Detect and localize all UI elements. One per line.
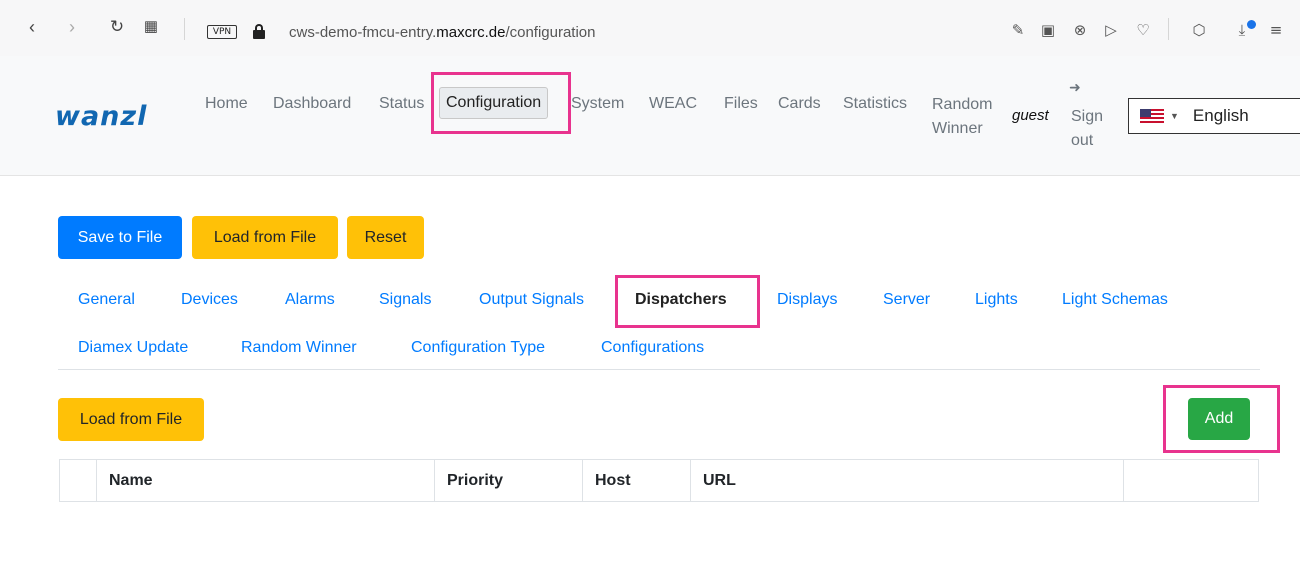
add-dispatcher-button[interactable]: Add [1188, 398, 1250, 440]
column-header-priority[interactable]: Priority [435, 460, 583, 501]
dispatchers-load-from-file-button[interactable]: Load from File [58, 398, 204, 441]
nav-configuration[interactable]: Configuration [439, 87, 549, 119]
column-header-url[interactable]: URL [691, 460, 1124, 501]
address-bar[interactable]: cws-demo-fmcu-entry.maxcrc.de/configurat… [289, 24, 596, 41]
column-header-name[interactable]: Name [97, 460, 435, 501]
back-arrow-icon[interactable]: ‹ [21, 16, 43, 38]
heart-icon[interactable]: ♡ [1133, 20, 1153, 40]
us-flag-icon [1140, 109, 1164, 123]
forward-arrow-icon[interactable]: › [61, 16, 83, 38]
app-grid-icon[interactable]: ▦ [140, 16, 162, 38]
nav-statistics[interactable]: Statistics [843, 93, 907, 115]
caret-down-icon: ▼ [1170, 111, 1179, 121]
tab-configurations[interactable]: Configurations [601, 339, 704, 357]
toolbar-divider [1168, 18, 1169, 40]
sign-out-link[interactable]: Sign out [1071, 105, 1115, 153]
current-user: guest [1012, 107, 1049, 124]
vpn-badge[interactable]: VPN [207, 25, 237, 39]
reset-button[interactable]: Reset [347, 216, 424, 259]
download-badge [1247, 20, 1256, 29]
browser-toolbar: ‹ › ↻ ▦ VPN cws-demo-fmcu-entry.maxcrc.d… [0, 0, 1300, 56]
tab-dispatchers[interactable]: Dispatchers [635, 291, 727, 309]
shield-x-icon[interactable]: ⊗ [1070, 20, 1090, 40]
tab-alarms[interactable]: Alarms [285, 291, 335, 309]
url-prefix: cws-demo-fmcu-entry. [289, 24, 437, 41]
tab-lights[interactable]: Lights [975, 291, 1018, 309]
tab-configuration-type[interactable]: Configuration Type [411, 339, 545, 357]
dispatchers-table-header: Name Priority Host URL [59, 459, 1259, 502]
language-label: English [1192, 106, 1249, 125]
tabs-divider [58, 369, 1260, 370]
actions-column-header [1124, 460, 1258, 501]
tab-signals[interactable]: Signals [379, 291, 431, 309]
lock-icon[interactable] [253, 24, 265, 39]
nav-random-winner[interactable]: Random Winner [932, 93, 1007, 141]
sign-out-icon[interactable]: ➜ [1069, 80, 1083, 94]
cube-icon[interactable]: ⬡ [1189, 20, 1209, 40]
tab-general[interactable]: General [78, 291, 135, 309]
send-icon[interactable]: ▷ [1101, 20, 1121, 40]
tab-devices[interactable]: Devices [181, 291, 238, 309]
camera-icon[interactable]: ▣ [1038, 20, 1058, 40]
url-domain: maxcrc.de [436, 24, 506, 41]
nav-files[interactable]: Files [724, 93, 758, 115]
reload-icon[interactable]: ↻ [106, 16, 128, 38]
tab-displays[interactable]: Displays [777, 291, 837, 309]
load-from-file-button[interactable]: Load from File [192, 216, 338, 259]
tab-output-signals[interactable]: Output Signals [479, 291, 584, 309]
toolbar-divider [184, 18, 185, 40]
nav-weac[interactable]: WEAC [649, 93, 697, 115]
nav-system[interactable]: System [571, 93, 624, 115]
url-path: /configuration [505, 24, 596, 41]
tab-server[interactable]: Server [883, 291, 930, 309]
nav-dashboard[interactable]: Dashboard [273, 93, 351, 115]
menu-icon[interactable]: ≡ [1266, 20, 1286, 40]
select-column-header[interactable] [60, 460, 97, 501]
nav-cards[interactable]: Cards [778, 93, 821, 115]
column-header-host[interactable]: Host [583, 460, 691, 501]
nav-home[interactable]: Home [205, 93, 248, 115]
tab-light-schemas[interactable]: Light Schemas [1062, 291, 1168, 309]
save-to-file-button[interactable]: Save to File [58, 216, 182, 259]
nav-status[interactable]: Status [379, 93, 424, 115]
edit-icon[interactable]: ✎ [1008, 20, 1028, 40]
tab-diamex-update[interactable]: Diamex Update [78, 339, 188, 357]
tab-random-winner[interactable]: Random Winner [241, 339, 357, 357]
language-select[interactable]: ▼ English [1128, 98, 1300, 134]
wanzl-logo[interactable]: wanzl [55, 101, 147, 132]
